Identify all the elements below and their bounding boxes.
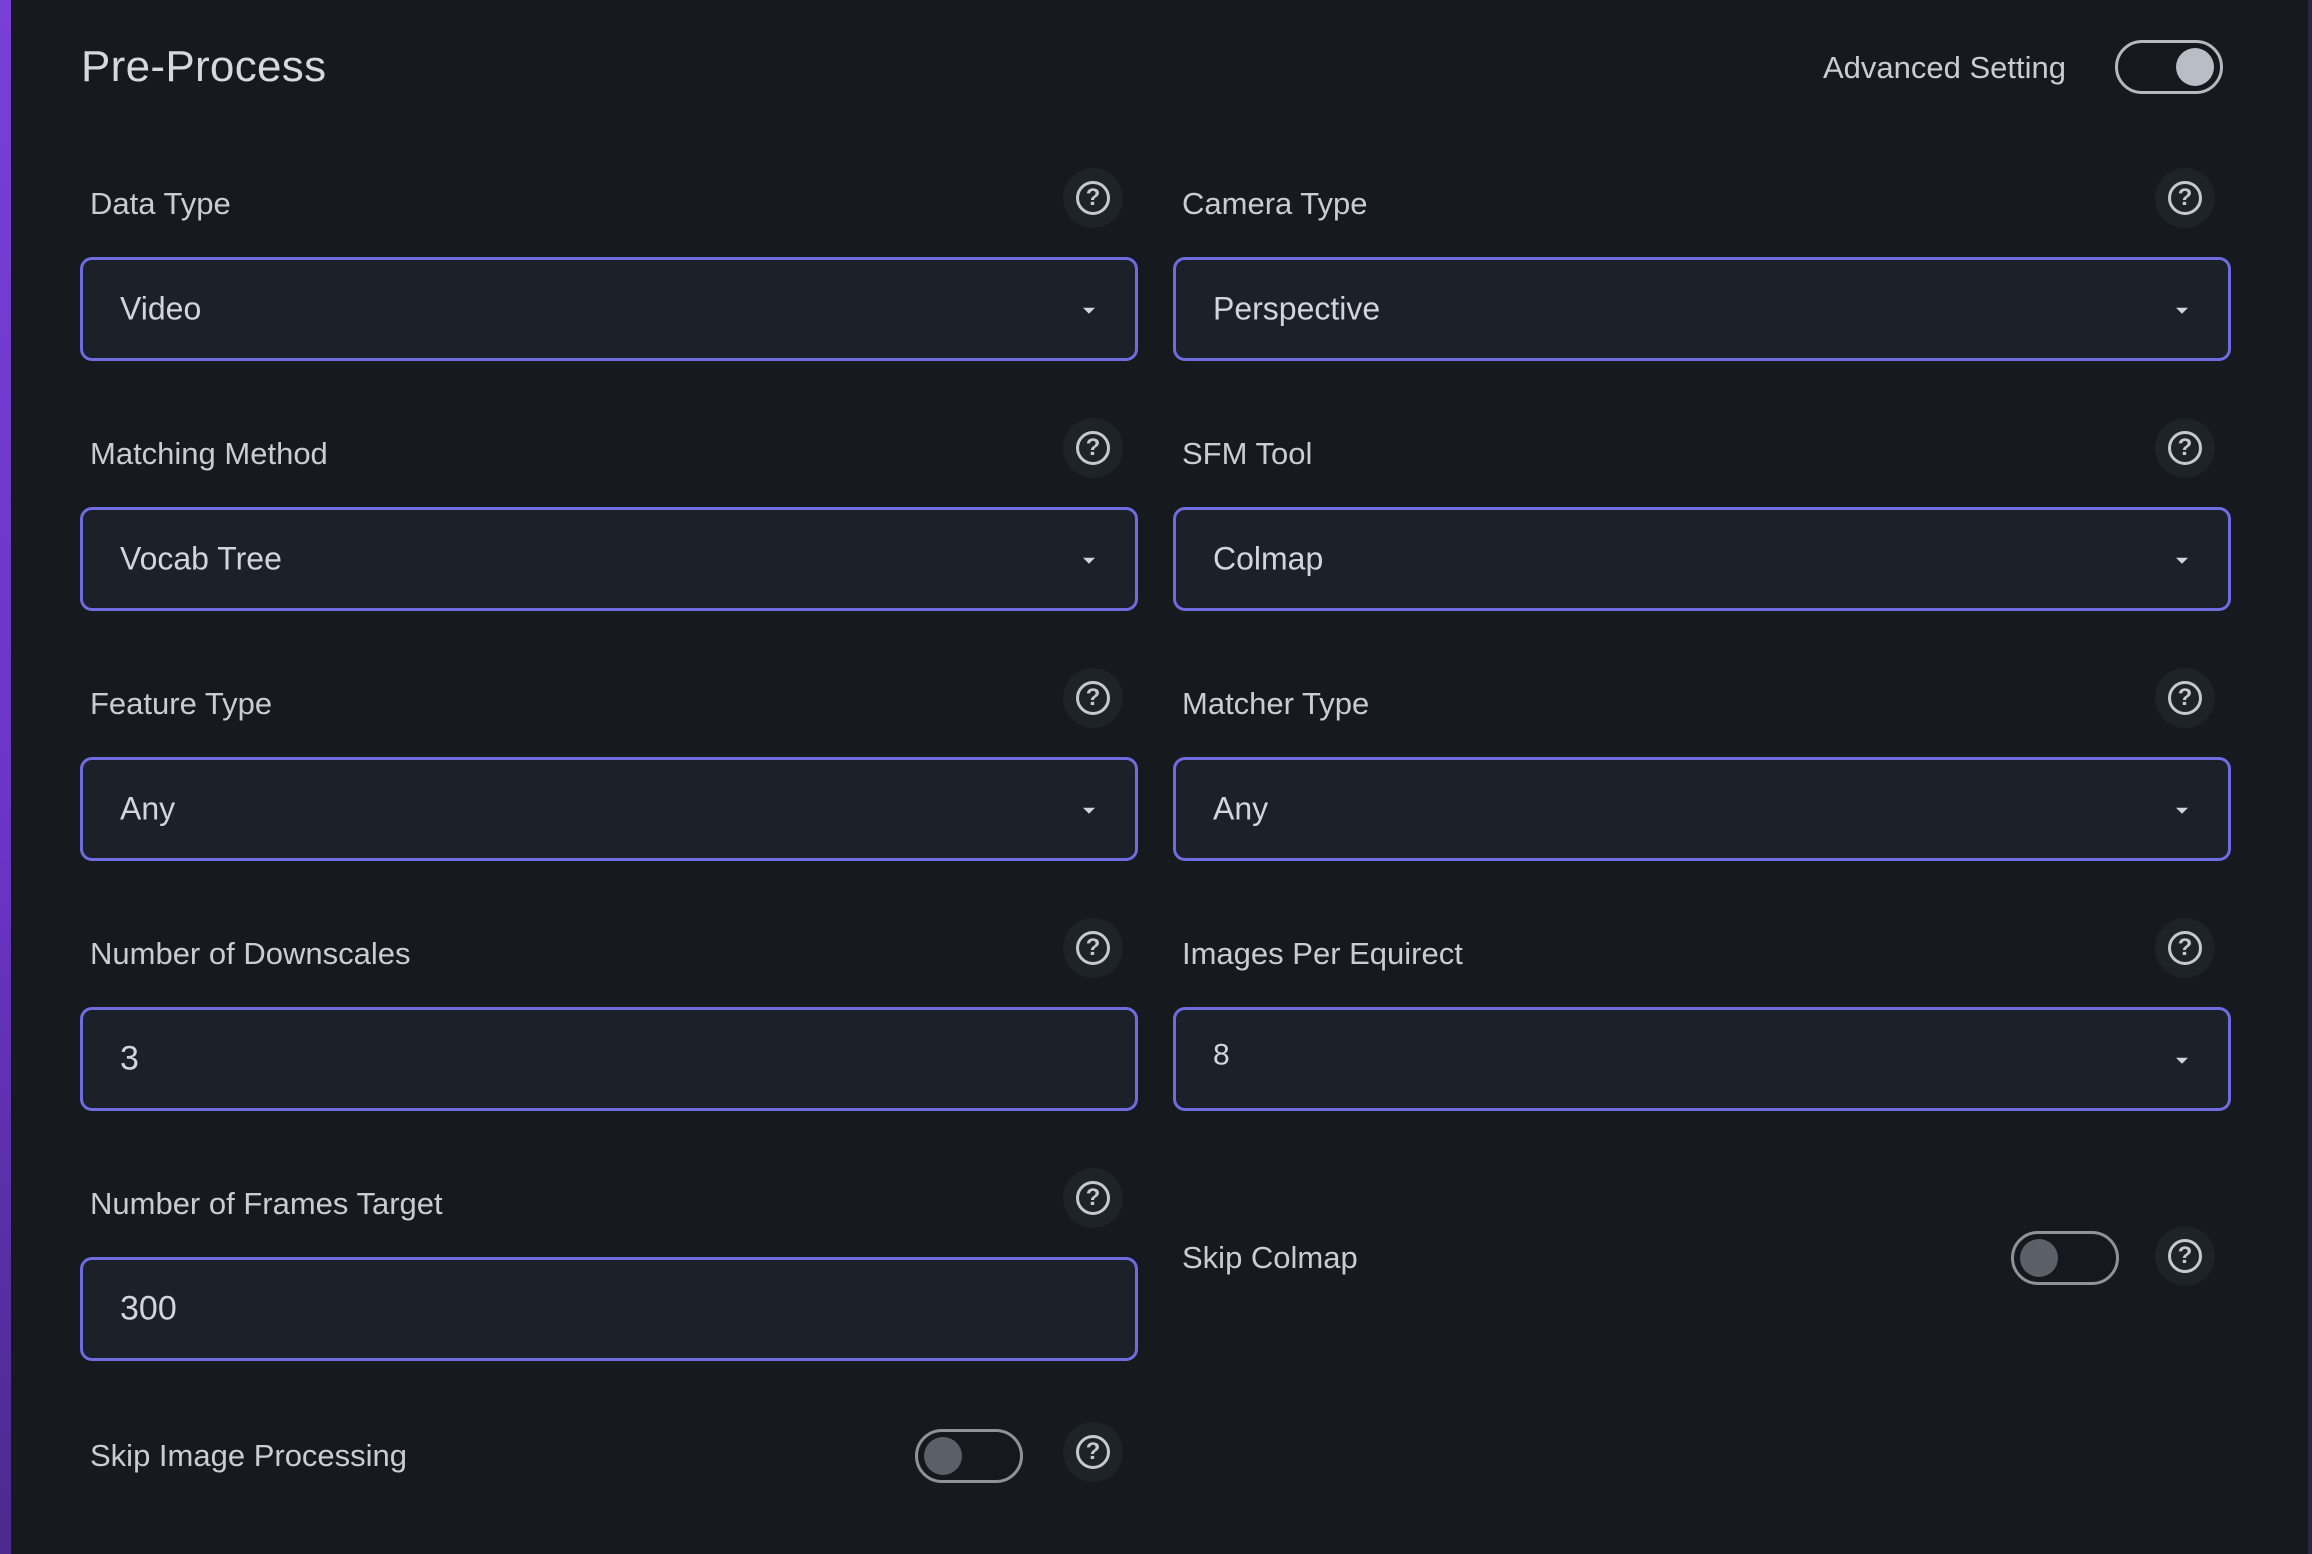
caret-down-icon [2176, 807, 2188, 814]
data-type-value: Video [120, 290, 202, 327]
help-glyph: ? [1076, 681, 1110, 715]
toggle-knob [2020, 1239, 2058, 1277]
caret-down-icon [1083, 557, 1095, 564]
help-circle-icon[interactable]: ? [2155, 418, 2215, 478]
window-accent-edge [0, 0, 11, 1554]
help-glyph: ? [2168, 181, 2202, 215]
num-downscales-input[interactable]: 3 [80, 1007, 1138, 1111]
help-glyph: ? [1076, 431, 1110, 465]
skip-colmap-label: Skip Colmap [1182, 1240, 1358, 1275]
help-circle-icon[interactable]: ? [2155, 168, 2215, 228]
skip-image-processing-toggle[interactable] [915, 1429, 1023, 1483]
help-glyph: ? [1076, 181, 1110, 215]
advanced-setting-label: Advanced Setting [1823, 50, 2067, 85]
data-type-label: Data Type [90, 186, 231, 221]
caret-down-icon [2176, 307, 2188, 314]
help-circle-icon[interactable]: ? [1063, 1168, 1123, 1228]
images-per-equirect-value: 8 [1213, 1038, 1230, 1072]
help-glyph: ? [1076, 931, 1110, 965]
help-glyph: ? [2168, 681, 2202, 715]
matching-method-select[interactable]: Vocab Tree [80, 507, 1138, 611]
caret-down-icon [1083, 307, 1095, 314]
help-circle-icon[interactable]: ? [1063, 168, 1123, 228]
camera-type-label: Camera Type [1182, 186, 1368, 221]
num-downscales-label: Number of Downscales [90, 936, 411, 971]
num-frames-target-input[interactable]: 300 [80, 1257, 1138, 1361]
help-circle-icon[interactable]: ? [1063, 668, 1123, 728]
help-glyph: ? [2168, 431, 2202, 465]
data-type-select[interactable]: Video [80, 257, 1138, 361]
toggle-knob [924, 1437, 962, 1475]
matching-method-value: Vocab Tree [120, 540, 282, 577]
help-circle-icon[interactable]: ? [1063, 418, 1123, 478]
advanced-setting-toggle[interactable] [2115, 40, 2223, 94]
panel-title: Pre-Process [81, 42, 327, 91]
help-circle-icon[interactable]: ? [2155, 918, 2215, 978]
window-right-edge [2308, 0, 2312, 1554]
matcher-type-select[interactable]: Any [1173, 757, 2231, 861]
sfm-tool-value: Colmap [1213, 540, 1324, 577]
feature-type-label: Feature Type [90, 686, 273, 721]
help-circle-icon[interactable]: ? [2155, 1226, 2215, 1286]
skip-colmap-toggle[interactable] [2011, 1231, 2119, 1285]
matching-method-label: Matching Method [90, 436, 328, 471]
matcher-type-label: Matcher Type [1182, 686, 1370, 721]
images-per-equirect-select[interactable]: 8 [1173, 1007, 2231, 1111]
num-downscales-value: 3 [120, 1039, 139, 1078]
matcher-type-value: Any [1213, 790, 1269, 827]
feature-type-select[interactable]: Any [80, 757, 1138, 861]
num-frames-target-label: Number of Frames Target [90, 1186, 443, 1221]
camera-type-value: Perspective [1213, 290, 1381, 327]
help-glyph: ? [1076, 1435, 1110, 1469]
help-circle-icon[interactable]: ? [1063, 1422, 1123, 1482]
caret-down-icon [2176, 1057, 2188, 1064]
sfm-tool-label: SFM Tool [1182, 436, 1313, 471]
caret-down-icon [2176, 557, 2188, 564]
pre-process-panel: Pre-Process Advanced Setting Data Type ?… [11, 0, 2308, 1554]
help-circle-icon[interactable]: ? [2155, 668, 2215, 728]
help-glyph: ? [2168, 1239, 2202, 1273]
camera-type-select[interactable]: Perspective [1173, 257, 2231, 361]
images-per-equirect-label: Images Per Equirect [1182, 936, 1463, 971]
skip-image-processing-label: Skip Image Processing [90, 1438, 408, 1473]
help-circle-icon[interactable]: ? [1063, 918, 1123, 978]
toggle-knob [2176, 48, 2214, 86]
sfm-tool-select[interactable]: Colmap [1173, 507, 2231, 611]
feature-type-value: Any [120, 790, 176, 827]
help-glyph: ? [1076, 1181, 1110, 1215]
help-glyph: ? [2168, 931, 2202, 965]
caret-down-icon [1083, 807, 1095, 814]
num-frames-target-value: 300 [120, 1289, 177, 1328]
